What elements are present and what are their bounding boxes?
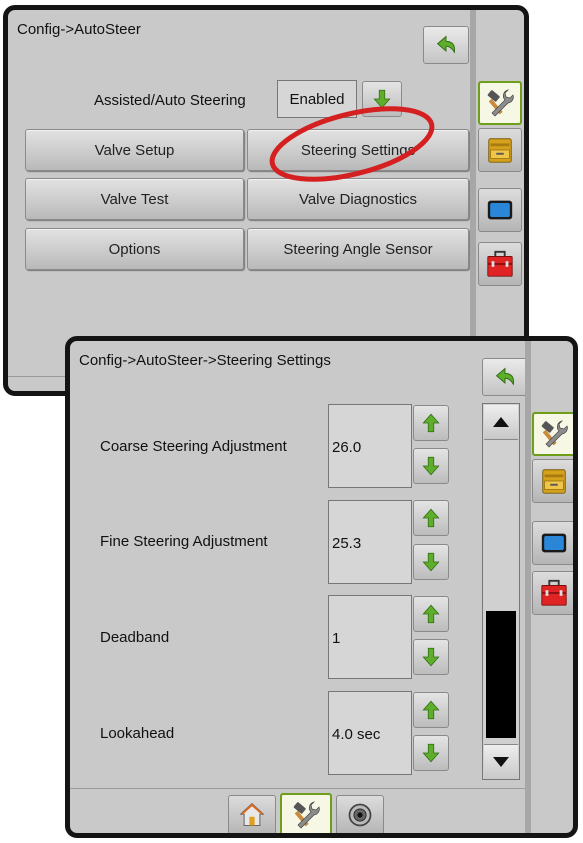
lookahead-label: Lookahead bbox=[100, 725, 175, 742]
back-arrow-icon bbox=[434, 33, 458, 57]
scroll-up-button[interactable] bbox=[484, 405, 518, 440]
tools-icon bbox=[484, 87, 516, 119]
up-arrow-icon bbox=[420, 507, 442, 529]
back-arrow-icon bbox=[493, 365, 517, 389]
options-button[interactable]: Options bbox=[25, 228, 244, 270]
fine-steering-decrease-button[interactable] bbox=[413, 544, 449, 580]
display-icon bbox=[485, 195, 515, 225]
drawer-icon bbox=[485, 135, 515, 165]
up-arrow-icon bbox=[420, 412, 442, 434]
scroll-down-button[interactable] bbox=[484, 744, 518, 779]
coarse-steering-increase-button[interactable] bbox=[413, 405, 449, 441]
home-tab[interactable] bbox=[228, 795, 276, 833]
scrollbar-thumb[interactable] bbox=[486, 611, 516, 738]
sidebar-drawer-tab[interactable] bbox=[478, 128, 522, 172]
lookahead-increase-button[interactable] bbox=[413, 692, 449, 728]
tools-tab[interactable] bbox=[280, 793, 332, 833]
sidebar-tools-tab[interactable] bbox=[478, 81, 522, 125]
tools-icon bbox=[538, 418, 570, 450]
up-arrow-icon bbox=[420, 699, 442, 721]
down-arrow-icon bbox=[420, 455, 442, 477]
steering-angle-sensor-button[interactable]: Steering Angle Sensor bbox=[247, 228, 469, 270]
deadband-increase-button[interactable] bbox=[413, 596, 449, 632]
toolbox-icon bbox=[539, 578, 569, 608]
tools-icon bbox=[290, 799, 322, 831]
sidebar-toolbox-tab[interactable] bbox=[478, 242, 522, 286]
toolbox-icon bbox=[485, 249, 515, 279]
deadband-value: 1 bbox=[328, 595, 412, 679]
sidebar-display-tab[interactable] bbox=[478, 188, 522, 232]
triangle-up-icon bbox=[493, 417, 509, 427]
breadcrumb: Config->AutoSteer bbox=[17, 21, 141, 38]
sidebar-toolbox-tab[interactable] bbox=[532, 571, 573, 615]
scrollbar[interactable] bbox=[482, 403, 520, 780]
down-arrow-icon bbox=[420, 742, 442, 764]
camera-icon bbox=[346, 801, 374, 829]
sidebar-display-tab[interactable] bbox=[532, 521, 573, 565]
breadcrumb: Config->AutoSteer->Steering Settings bbox=[79, 352, 331, 369]
lookahead-value: 4.0 sec bbox=[328, 691, 412, 775]
lookahead-decrease-button[interactable] bbox=[413, 735, 449, 771]
sidebar-drawer-tab[interactable] bbox=[532, 459, 573, 503]
deadband-label: Deadband bbox=[100, 629, 170, 646]
home-icon bbox=[238, 801, 266, 829]
valve-setup-button[interactable]: Valve Setup bbox=[25, 129, 244, 171]
drawer-icon bbox=[539, 466, 569, 496]
camera-tab[interactable] bbox=[336, 795, 384, 833]
fine-steering-increase-button[interactable] bbox=[413, 500, 449, 536]
sidebar-tools-tab[interactable] bbox=[532, 412, 573, 456]
coarse-steering-decrease-button[interactable] bbox=[413, 448, 449, 484]
red-circle-highlight bbox=[269, 106, 435, 182]
triangle-down-icon bbox=[493, 757, 509, 767]
fine-steering-label: Fine Steering Adjustment bbox=[100, 533, 268, 550]
coarse-steering-value: 26.0 bbox=[328, 404, 412, 488]
down-arrow-icon bbox=[420, 646, 442, 668]
back-button[interactable] bbox=[482, 358, 528, 396]
steering-settings-panel: Config->AutoSteer->Steering Settings Coa… bbox=[65, 336, 578, 838]
footer-divider bbox=[70, 788, 525, 789]
display-icon bbox=[539, 528, 569, 558]
back-button[interactable] bbox=[423, 26, 469, 64]
down-arrow-icon bbox=[420, 551, 442, 573]
assisted-steering-label: Assisted/Auto Steering bbox=[94, 92, 246, 109]
fine-steering-value: 25.3 bbox=[328, 500, 412, 584]
deadband-decrease-button[interactable] bbox=[413, 639, 449, 675]
panel-divider bbox=[525, 341, 531, 833]
coarse-steering-label: Coarse Steering Adjustment bbox=[100, 438, 287, 455]
up-arrow-icon bbox=[420, 603, 442, 625]
valve-test-button[interactable]: Valve Test bbox=[25, 178, 244, 220]
